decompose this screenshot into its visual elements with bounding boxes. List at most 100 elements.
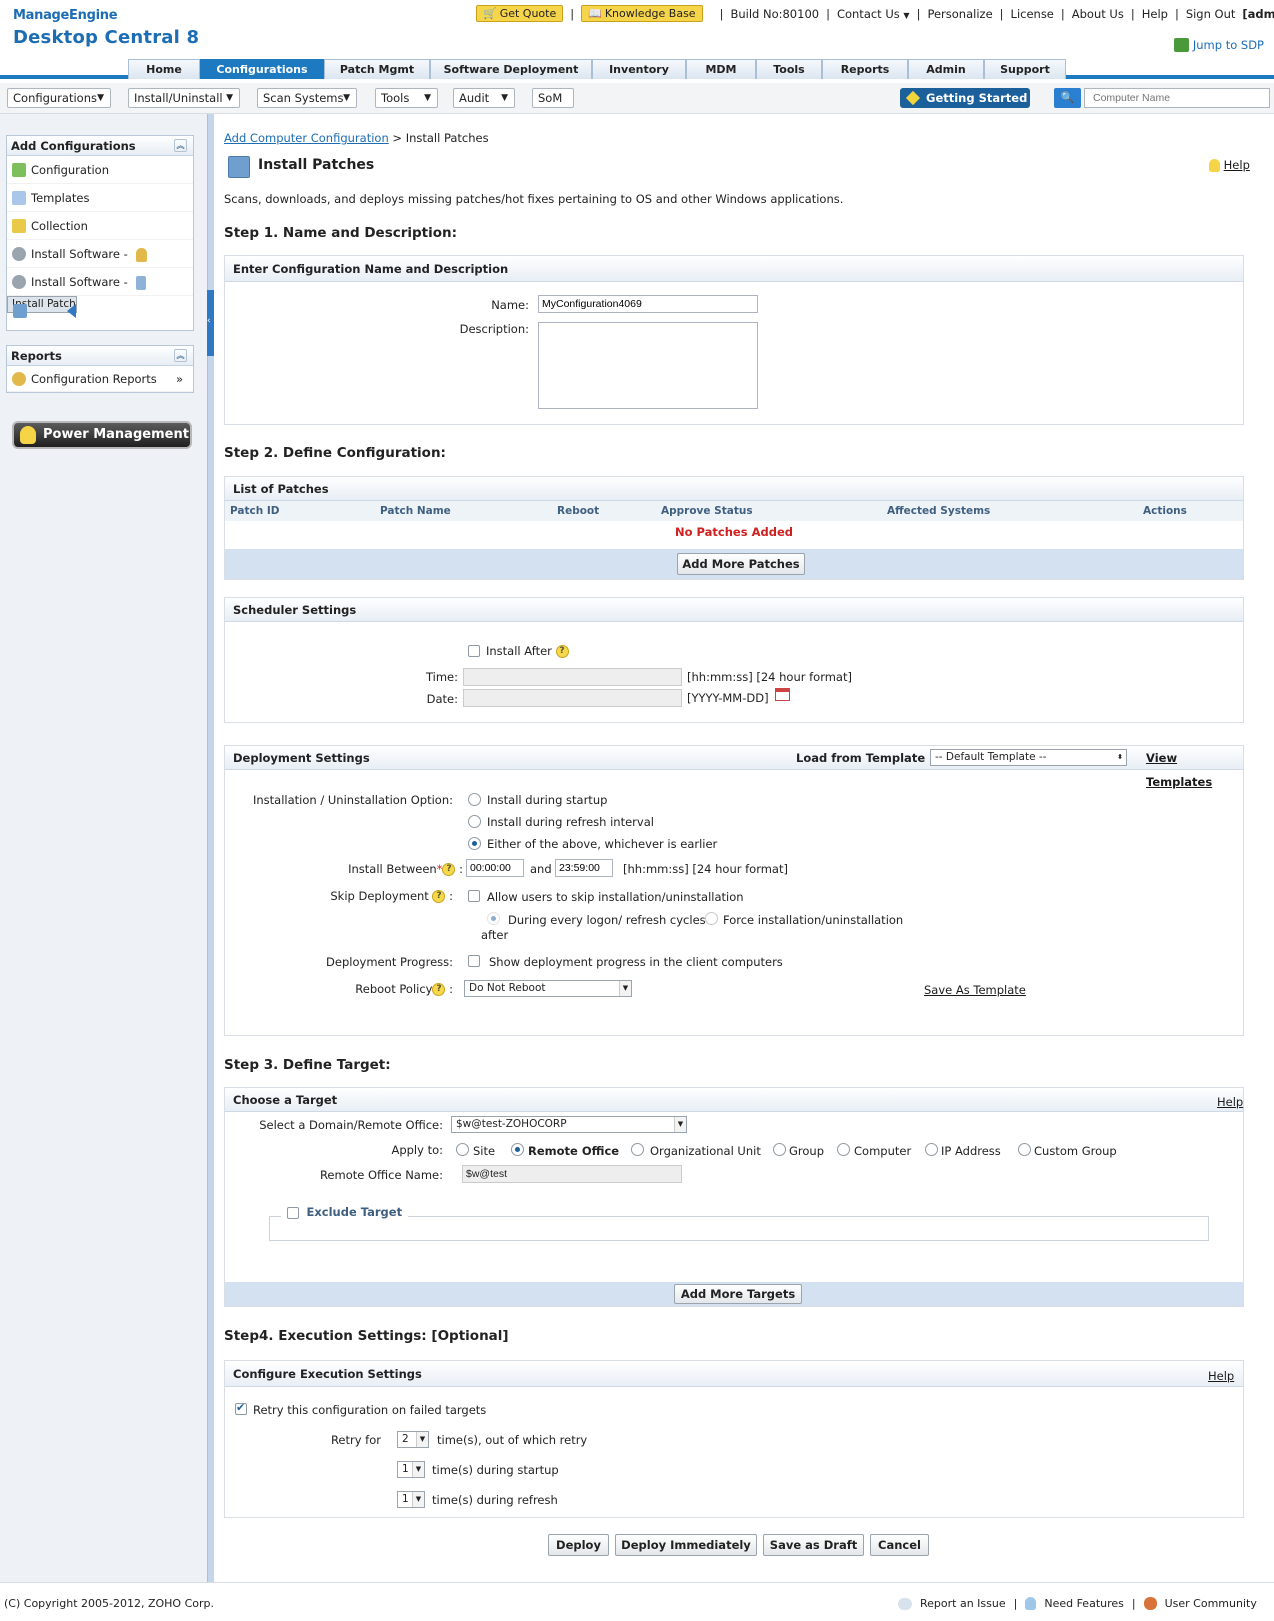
tab-tools[interactable]: Tools (756, 59, 822, 79)
computer-search-input[interactable] (1084, 88, 1270, 108)
about-us-link[interactable]: About Us (1072, 7, 1124, 21)
deployment-progress-checkbox[interactable] (468, 955, 480, 967)
template-select[interactable]: -- Default Template -- ⬍ (930, 749, 1127, 766)
skip-every-radio[interactable] (487, 912, 500, 925)
contact-us-link[interactable]: Contact Us ▼ (837, 7, 910, 21)
install-refresh-radio[interactable] (468, 815, 481, 828)
tab-software-deployment[interactable]: Software Deployment (430, 59, 592, 79)
sidebar-collapse-handle[interactable]: ‹ (207, 290, 214, 356)
help-icon[interactable]: ? (432, 890, 446, 903)
subnav-tools[interactable]: Tools ▼ (375, 88, 438, 108)
install-from-input[interactable] (466, 859, 524, 877)
sidebar-item-install-patch[interactable]: Install Patch (7, 296, 77, 318)
skip-deployment-checkbox[interactable] (468, 890, 480, 902)
sidebar-item-configuration-reports[interactable]: Configuration Reports» (7, 366, 193, 392)
retry-checkbox[interactable] (235, 1401, 247, 1415)
configuration-icon (12, 163, 26, 177)
power-management-button[interactable]: Power Management (12, 421, 192, 449)
license-link[interactable]: License (1011, 7, 1054, 21)
install-refresh-label: Install during refresh interval (487, 815, 654, 829)
remote-office-name-input[interactable] (462, 1165, 682, 1183)
tab-inventory[interactable]: Inventory (592, 59, 686, 79)
apply-to-label: Apply to: (391, 1143, 443, 1157)
tab-configurations[interactable]: Configurations (200, 59, 324, 79)
retry-startup-select[interactable]: 1 ▼ (397, 1461, 425, 1478)
sidebar-item-collection[interactable]: Collection (7, 212, 193, 240)
exclude-target-checkbox[interactable] (287, 1207, 299, 1219)
tab-home[interactable]: Home (128, 59, 200, 79)
page-help-link[interactable]: Help (1209, 158, 1250, 172)
add-more-targets-button[interactable]: Add More Targets (674, 1284, 802, 1304)
subnav-scan-systems[interactable]: Scan Systems ▼ (257, 88, 357, 108)
collapse-icon[interactable]: ︽ (174, 139, 187, 152)
skip-force-radio[interactable] (705, 912, 718, 925)
deploy-button[interactable]: Deploy (548, 1534, 609, 1556)
apply-custom-group-radio[interactable] (1018, 1143, 1031, 1156)
install-startup-label: Install during startup (487, 793, 608, 807)
subnav-configurations[interactable]: Configurations ▼ (7, 88, 111, 108)
apply-group-radio[interactable] (773, 1143, 786, 1156)
tab-patch-mgmt[interactable]: Patch Mgmt (324, 59, 430, 79)
time-input[interactable] (463, 668, 682, 686)
sidebar-item-install-software-user[interactable]: Install Software - (7, 240, 193, 268)
reboot-policy-label: Reboot Policy? : (355, 982, 453, 996)
tab-reports[interactable]: Reports (822, 59, 908, 79)
sidebar-item-install-software-computer[interactable]: Install Software - (7, 268, 193, 296)
cart-icon: 🛒 (483, 7, 497, 20)
apply-ip-radio[interactable] (925, 1143, 938, 1156)
tab-admin[interactable]: Admin (908, 59, 984, 79)
skip-force-label: Force installation/uninstallation (723, 913, 904, 927)
description-textarea[interactable] (538, 322, 758, 409)
install-either-radio[interactable] (468, 837, 481, 850)
add-more-patches-button[interactable]: Add More Patches (677, 553, 805, 575)
breadcrumb-add-computer-configuration[interactable]: Add Computer Configuration (224, 131, 389, 145)
subnav-som[interactable]: SoM (532, 88, 574, 108)
knowledge-base-button[interactable]: 📖 Knowledge Base (581, 5, 703, 22)
no-patches-message: No Patches Added (675, 525, 793, 539)
get-quote-button[interactable]: 🛒 Get Quote (476, 5, 564, 22)
deployment-progress-text: Show deployment progress in the client c… (489, 955, 783, 969)
reboot-policy-select[interactable]: Do Not Reboot ▼ (464, 980, 632, 997)
view-templates-link[interactable]: View Templates (1146, 746, 1243, 794)
save-as-draft-button[interactable]: Save as Draft (763, 1534, 864, 1556)
search-scope-button[interactable]: 🔍 (1054, 88, 1081, 108)
tab-mdm[interactable]: MDM (686, 59, 756, 79)
date-input[interactable] (463, 689, 682, 707)
user-community-link[interactable]: User Community (1165, 1597, 1257, 1610)
jump-to-sdp-link[interactable]: Jump to SDP (1173, 38, 1264, 52)
subnav-install-uninstall[interactable]: Install/Uninstall ▼ (128, 88, 240, 108)
report-issue-link[interactable]: Report an Issue (920, 1597, 1006, 1610)
retry-refresh-select[interactable]: 1 ▼ (397, 1491, 425, 1508)
help-link[interactable]: Help (1142, 7, 1168, 21)
name-input[interactable] (538, 295, 758, 313)
need-features-link[interactable]: Need Features (1044, 1597, 1124, 1610)
section-header: Choose a Target Help (225, 1088, 1243, 1112)
help-icon[interactable]: ? (432, 983, 446, 996)
apply-remote-office-radio[interactable] (511, 1143, 524, 1156)
personalize-link[interactable]: Personalize (927, 7, 992, 21)
sidebar-item-templates[interactable]: Templates (7, 184, 193, 212)
install-startup-radio[interactable] (468, 793, 481, 806)
save-as-template-link[interactable]: Save As Template (924, 983, 1026, 997)
cancel-button[interactable]: Cancel (870, 1534, 929, 1556)
install-to-input[interactable] (555, 859, 613, 877)
target-help-link[interactable]: Help (1217, 1090, 1243, 1114)
sidebar-item-configuration[interactable]: Configuration (7, 156, 193, 184)
collapse-icon[interactable]: ︽ (174, 349, 187, 362)
help-icon[interactable]: ? (442, 863, 456, 876)
domain-select[interactable]: $w@test-ZOHOCORP ▼ (451, 1116, 687, 1133)
deploy-immediately-button[interactable]: Deploy Immediately (615, 1534, 757, 1556)
apply-computer-label: Computer (854, 1144, 912, 1158)
getting-started-button[interactable]: Getting Started (900, 88, 1030, 108)
execution-help-link[interactable]: Help (1208, 1363, 1234, 1389)
calendar-icon[interactable] (775, 688, 790, 701)
sign-out-link[interactable]: Sign Out (1186, 7, 1236, 21)
help-icon[interactable]: ? (555, 645, 569, 658)
subnav-audit[interactable]: Audit ▼ (453, 88, 515, 108)
tab-support[interactable]: Support (984, 59, 1066, 79)
apply-site-radio[interactable] (456, 1143, 469, 1156)
apply-computer-radio[interactable] (837, 1143, 850, 1156)
apply-ou-radio[interactable] (631, 1143, 644, 1156)
retry-count-select[interactable]: 2 ▼ (397, 1431, 429, 1448)
install-after-checkbox[interactable] (468, 645, 480, 657)
